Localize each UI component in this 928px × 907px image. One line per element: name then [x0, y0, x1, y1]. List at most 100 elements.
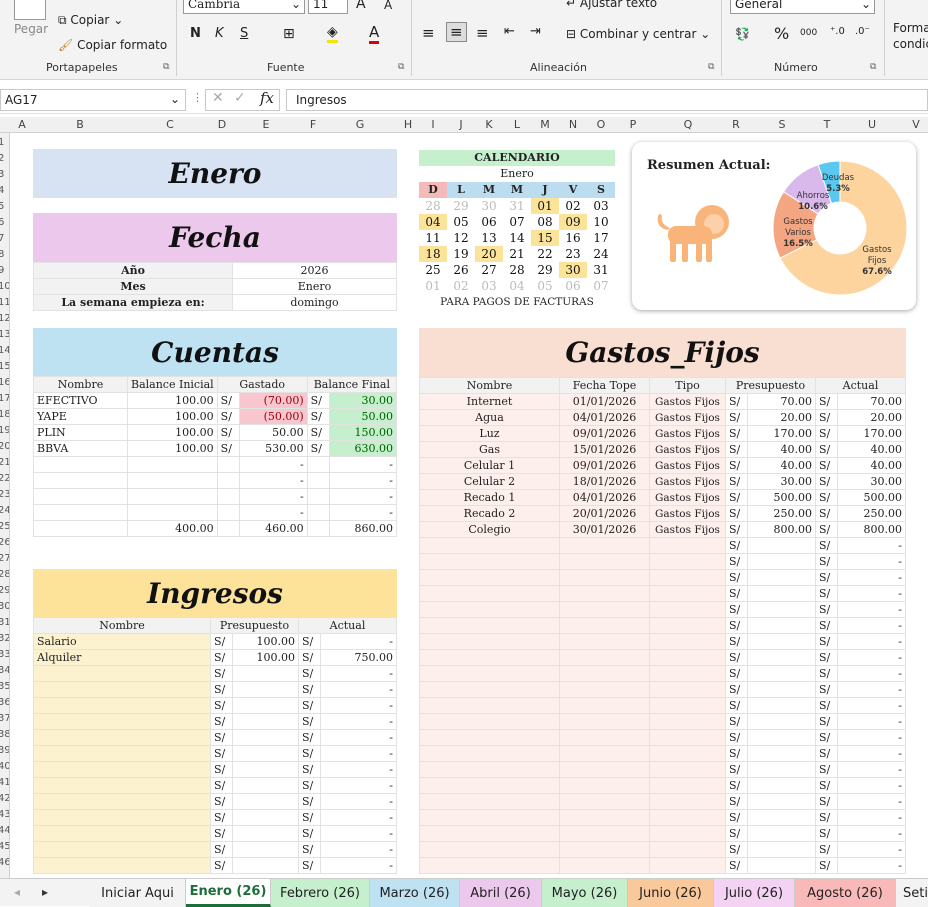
- expense-budget[interactable]: 40.00: [747, 441, 816, 458]
- calendar-day[interactable]: 12: [447, 230, 475, 246]
- calendar-day[interactable]: 13: [475, 230, 503, 246]
- row-header[interactable]: 38: [0, 729, 9, 740]
- column-header[interactable]: G: [352, 118, 368, 131]
- month-value[interactable]: Enero: [232, 278, 397, 295]
- expense-type[interactable]: [649, 633, 726, 650]
- dialog-launcher-icon[interactable]: ⧉: [870, 62, 876, 72]
- expense-budget[interactable]: [747, 649, 816, 666]
- gastos-row[interactable]: S/ S/ -: [419, 745, 906, 762]
- expense-due-date[interactable]: [559, 761, 650, 778]
- font-name-select[interactable]: Cambria ⌄: [183, 0, 305, 14]
- expense-budget[interactable]: [747, 825, 816, 842]
- row-header[interactable]: 3: [0, 169, 4, 180]
- expense-type[interactable]: Gastos Fijos: [649, 441, 726, 458]
- ingresos-row[interactable]: S/ S/ -: [33, 745, 397, 762]
- calendar-day[interactable]: 06: [475, 214, 503, 230]
- expense-budget[interactable]: 800.00: [747, 521, 816, 538]
- expense-budget[interactable]: [747, 745, 816, 762]
- sheet-tab[interactable]: Seti: [896, 879, 928, 907]
- row-header[interactable]: 17: [0, 393, 9, 404]
- income-name[interactable]: [33, 713, 211, 730]
- expense-budget[interactable]: 250.00: [747, 505, 816, 522]
- summary-donut-chart[interactable]: Gastos Fijos 67.6%Gastos Varios 16.5%Ahorros…: [765, 150, 915, 302]
- cuentas-row[interactable]: - -: [33, 472, 398, 489]
- calendar-day[interactable]: 27: [475, 262, 503, 278]
- row-header[interactable]: 28: [0, 569, 9, 580]
- calendar-day[interactable]: 30: [559, 262, 587, 278]
- income-budget[interactable]: [232, 793, 299, 810]
- expense-name[interactable]: [419, 745, 560, 762]
- calendar-day[interactable]: 11: [419, 230, 447, 246]
- expense-name[interactable]: [419, 713, 560, 730]
- column-header[interactable]: O: [593, 118, 609, 131]
- calendar-day[interactable]: 22: [531, 246, 559, 262]
- calendar-day[interactable]: 28: [503, 262, 531, 278]
- expense-type[interactable]: Gastos Fijos: [649, 425, 726, 442]
- expense-type[interactable]: [649, 649, 726, 666]
- ingresos-row[interactable]: S/ S/ -: [33, 825, 397, 842]
- row-header[interactable]: 1: [0, 137, 4, 148]
- income-name[interactable]: [33, 825, 211, 842]
- expense-budget[interactable]: [747, 697, 816, 714]
- column-header[interactable]: C: [162, 118, 178, 131]
- column-header[interactable]: T: [819, 118, 835, 131]
- expense-budget[interactable]: [747, 761, 816, 778]
- row-header[interactable]: 22: [0, 473, 9, 484]
- income-name[interactable]: Salario: [33, 633, 211, 650]
- expense-budget[interactable]: 40.00: [747, 457, 816, 474]
- row-header[interactable]: 39: [0, 745, 9, 756]
- expense-type[interactable]: [649, 793, 726, 810]
- expense-type[interactable]: [649, 617, 726, 634]
- calendar-day[interactable]: 08: [531, 214, 559, 230]
- sheet-tab[interactable]: Abril (26): [460, 879, 542, 907]
- expense-name[interactable]: [419, 857, 560, 874]
- income-budget[interactable]: [232, 841, 299, 858]
- expense-due-date[interactable]: 18/01/2026: [559, 473, 650, 490]
- column-header[interactable]: U: [864, 118, 880, 131]
- expense-name[interactable]: [419, 601, 560, 618]
- income-budget[interactable]: [232, 745, 299, 762]
- expense-due-date[interactable]: [559, 857, 650, 874]
- expense-name[interactable]: Recado 2: [419, 505, 560, 522]
- expense-type[interactable]: [649, 745, 726, 762]
- expense-budget[interactable]: 30.00: [747, 473, 816, 490]
- expense-budget[interactable]: [747, 713, 816, 730]
- expense-type[interactable]: Gastos Fijos: [649, 409, 726, 426]
- income-name[interactable]: [33, 761, 211, 778]
- gastos-row[interactable]: S/ S/ -: [419, 841, 906, 858]
- gastos-row[interactable]: S/ S/ -: [419, 601, 906, 618]
- gastos-row[interactable]: Gas 15/01/2026 Gastos Fijos S/ 40.00 S/ …: [419, 441, 906, 458]
- expense-budget[interactable]: [747, 665, 816, 682]
- income-budget[interactable]: [232, 857, 299, 874]
- formula-input[interactable]: Ingresos: [286, 89, 928, 111]
- calendar-day[interactable]: 25: [419, 262, 447, 278]
- row-header[interactable]: 19: [0, 425, 9, 436]
- column-header[interactable]: D: [214, 118, 230, 131]
- increase-decimal-icon[interactable]: ⁺.0: [830, 26, 845, 37]
- expense-type[interactable]: Gastos Fijos: [649, 473, 726, 490]
- grow-font-icon[interactable]: A: [356, 0, 366, 12]
- row-header[interactable]: 11: [0, 297, 9, 308]
- expense-budget[interactable]: [747, 857, 816, 874]
- gastos-row[interactable]: S/ S/ -: [419, 777, 906, 794]
- scroll-right-icon[interactable]: ▸: [42, 885, 48, 899]
- expense-due-date[interactable]: 04/01/2026: [559, 489, 650, 506]
- column-header[interactable]: A: [14, 118, 30, 131]
- column-header[interactable]: H: [400, 118, 416, 131]
- calendar-day[interactable]: 23: [559, 246, 587, 262]
- expense-name[interactable]: [419, 665, 560, 682]
- expense-due-date[interactable]: [559, 649, 650, 666]
- expense-due-date[interactable]: [559, 569, 650, 586]
- expense-name[interactable]: Colegio: [419, 521, 560, 538]
- expense-type[interactable]: [649, 809, 726, 826]
- expense-type[interactable]: Gastos Fijos: [649, 393, 726, 410]
- expense-budget[interactable]: [747, 601, 816, 618]
- expense-name[interactable]: [419, 729, 560, 746]
- row-header[interactable]: 7: [0, 233, 4, 244]
- column-header[interactable]: V: [908, 118, 924, 131]
- calendar-day[interactable]: 04: [503, 278, 531, 294]
- gastos-row[interactable]: Celular 2 18/01/2026 Gastos Fijos S/ 30.…: [419, 473, 906, 490]
- paste-icon[interactable]: [14, 0, 46, 20]
- week-start-value[interactable]: domingo: [232, 294, 397, 311]
- expense-due-date[interactable]: [559, 553, 650, 570]
